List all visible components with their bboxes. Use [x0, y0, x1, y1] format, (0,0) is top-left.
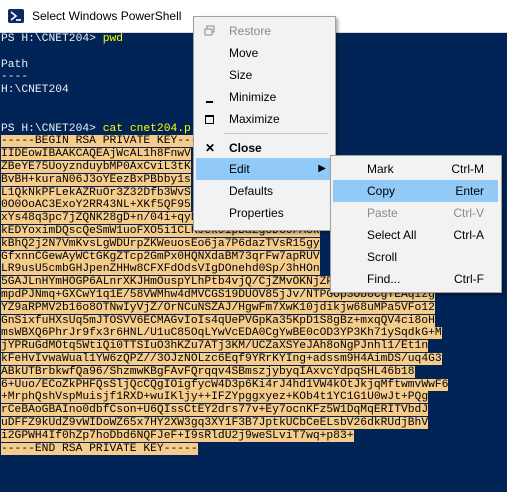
edit-submenu: Mark Ctrl-M Copy Enter Paste Ctrl-V Sele… [330, 155, 502, 293]
console-line-text: rCeBAoGBAIno0dbfCson+U6QIssCtEY2drs77v+E… [1, 404, 429, 417]
submenu-arrow-icon: ▶ [318, 163, 326, 174]
menu-item-maximize[interactable]: Maximize [196, 108, 332, 130]
selected-console-line[interactable]: YZ9aRPMV2b16o8OTNwIyVjZ/OrNCuNSZAJ/HgwFm… [1, 301, 507, 315]
selected-console-line[interactable]: uDFFZ9kUdZ9vWIDoWZ65x7HY2XW3gq3XY1F3B7Jp… [1, 416, 507, 430]
console-command: cat cnet204.p [102, 122, 191, 135]
console-line-text: PS H:\CNET204> [1, 33, 103, 45]
console-line-text: GnSixfuHXsUq5mJTOSVV6ECMAGvIoIs4qUePVGpK… [1, 314, 435, 327]
selected-console-line[interactable]: i2GPWH4If0hZp7hoDbd6NQFJeF+I9sRldU2j9weS… [1, 429, 507, 443]
console-line-text: H:\CNET204 [1, 84, 69, 97]
console-line-text: i2GPWH4If0hZp7hoDbd6NQFJeF+I9sRldU2j9weS… [1, 429, 354, 442]
menu-item-select-all[interactable]: Select All Ctrl-A [333, 224, 498, 246]
menu-item-mark[interactable]: Mark Ctrl-M [333, 158, 498, 180]
selected-console-line[interactable]: GnSixfuHXsUq5mJTOSVV6ECMAGvIoIs4qUePVGpK… [1, 314, 507, 328]
maximize-icon [205, 115, 214, 124]
menu-item-properties[interactable]: Properties [196, 202, 332, 224]
console-line-text: 0O0OoAC3ExoY2RR43NL+XKf5QF95 [1, 199, 191, 212]
console-line-text: GfxnnCGewAyWCtGKgZTcp2GmPx0HQNXdaBM73qrF… [1, 250, 320, 263]
powershell-icon[interactable] [8, 9, 24, 23]
system-menu: Restore Move Size Minimize Maximize ✕ Cl… [193, 16, 336, 231]
selected-console-line[interactable]: 6+Uuo/ECoZkPHFQsSljQcCQgIOigfycW4D3p6Ki4… [1, 378, 507, 392]
console-line-text: msWBXQ6PhrJr9fx3r6HNL/U1uC85OqLYwVcEDA0C… [1, 327, 442, 340]
selected-console-line[interactable]: jYPRuGdMOtq5WtiQi0TTSIuO3hKZu7ATj3KM/UCZ… [1, 340, 507, 353]
console-line-text: ---- [1, 71, 29, 84]
selected-console-line[interactable]: +MrphQshVspMuisjf1RXD+wuIKljy++IFZYpggxy… [1, 391, 507, 404]
console-line-text: 6+Uuo/ECoZkPHFQsSljQcCQgIOigfycW4D3p6Ki4… [1, 378, 449, 391]
menu-item-defaults[interactable]: Defaults [196, 180, 332, 202]
menu-item-find[interactable]: Find... Ctrl-F [333, 268, 498, 290]
console-line-text: -----END RSA PRIVATE KEY----- [1, 442, 198, 455]
console-line-text: jYPRuGdMOtq5WtiQi0TTSIuO3hKZu7ATj3KM/UCZ… [1, 340, 429, 353]
console-line-text: BvBH+kuraN06J3oYEezBxPBbby1s [1, 173, 191, 186]
menu-separator [224, 133, 328, 134]
menu-item-edit[interactable]: Edit ▶ [196, 158, 332, 180]
console-line-text: L1QkNkPFLekAZRuOr3Z32Dfb3WvS [1, 186, 191, 199]
menu-item-scroll[interactable]: Scroll [333, 246, 498, 268]
console-line-text: YZ9aRPMV2b16o8OTNwIyVjZ/OrNCuNSZAJ/HgwFm… [1, 301, 435, 314]
menu-item-paste: Paste Ctrl-V [367, 206, 484, 220]
console-line-text: kFeHvIvwaWual1YW6zQPZ//3OJzNOLzc6Eqf9YRr… [1, 352, 442, 365]
minimize-icon [206, 101, 213, 103]
console-line-text: LR9usU5cmbGHJpenZHHw8CFXFdOdsVIgDOnehd0S… [1, 263, 320, 276]
close-icon: ✕ [204, 141, 216, 155]
console-line-text: ABkUTBrbkwfQa96/ShzmwKBgFAvFQrqqv4SBmszj… [1, 365, 415, 378]
console-line-text: Path [1, 58, 29, 71]
console-command: pwd [102, 33, 124, 45]
menu-item-close[interactable]: ✕ Close [196, 137, 332, 159]
console-line-text: IIDEowIBAAKCAQEAjWcAL1h8FnwV [1, 148, 191, 161]
menu-item-size[interactable]: Size [196, 64, 332, 86]
console-line-text: -----BEGIN RSA PRIVATE KEY----- [1, 135, 212, 148]
console-line-text: +MrphQshVspMuisjf1RXD+wuIKljy++IFZYpggxy… [1, 391, 429, 404]
console-line-text: kBhQ2j2N7VmKvsLgWDUrpZKWeuosEo6ja7P6dazT… [1, 237, 320, 250]
menu-item-copy[interactable]: Copy Enter [333, 180, 498, 202]
selected-console-line[interactable]: kFeHvIvwaWual1YW6zQPZ//3OJzNOLzc6Eqf9YRr… [1, 352, 507, 366]
console-line-text: PS H:\CNET204> [1, 122, 103, 135]
window-title: Select Windows PowerShell [32, 9, 182, 23]
selected-console-line[interactable]: rCeBAoGBAIno0dbfCson+U6QIssCtEY2drs77v+E… [1, 404, 507, 417]
restore-icon [202, 20, 218, 42]
menu-item-restore: Restore [196, 20, 332, 42]
selected-console-line[interactable]: ABkUTBrbkwfQa96/ShzmwKBgFAvFQrqqv4SBmszj… [1, 365, 507, 379]
console-line-text: uDFFZ9kUdZ9vWIDoWZ65x7HY2XW3gq3XY1F3B7Jp… [1, 416, 429, 429]
menu-item-move[interactable]: Move [196, 42, 332, 64]
menu-item-minimize[interactable]: Minimize [196, 86, 332, 108]
selected-console-line[interactable]: msWBXQ6PhrJr9fx3r6HNL/U1uC85OqLYwVcEDA0C… [1, 327, 507, 340]
console-line-text: ZBeYE75UoyznduybMP0AxCviL3tK [1, 160, 191, 173]
selected-console-line[interactable]: -----END RSA PRIVATE KEY----- [1, 442, 507, 456]
